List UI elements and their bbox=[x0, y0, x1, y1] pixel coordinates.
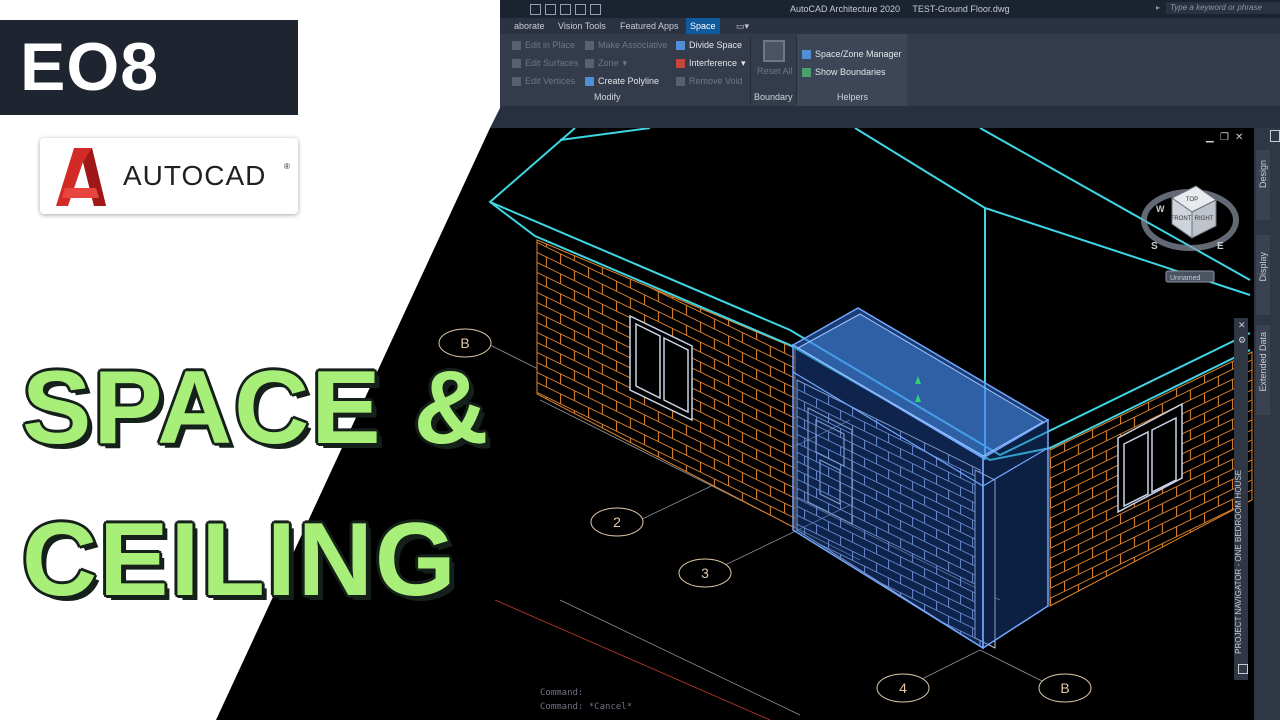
thumbnail: B 2 3 4 B TOP FRONT RIGHT W S E Unnamed … bbox=[0, 0, 1280, 720]
headline-line-2: CEILING bbox=[22, 502, 458, 618]
autocad-wordmark: AUTOCAD bbox=[123, 160, 267, 191]
headline-line-1: SPACE & bbox=[22, 350, 491, 466]
autocad-a-icon bbox=[56, 148, 106, 206]
registered-mark: ® bbox=[284, 162, 290, 171]
episode-badge: EO8 bbox=[0, 20, 298, 115]
autocad-logo: AUTOCAD ® bbox=[40, 138, 298, 214]
